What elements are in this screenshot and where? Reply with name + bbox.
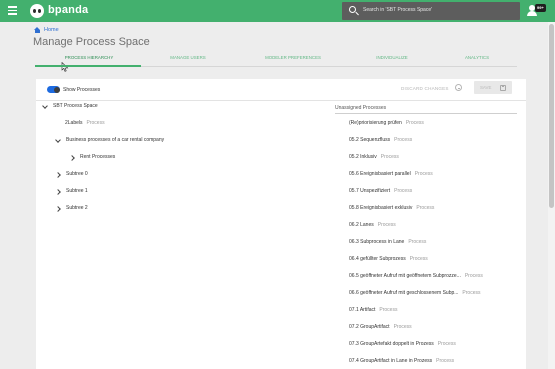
search-input[interactable]: Search in 'SBT Process Space' <box>363 7 432 13</box>
search-icon <box>349 6 356 13</box>
process-type: Process <box>436 358 455 364</box>
tab-bar: PROCESS HIERARCHY MANAGE USERS MODELER P… <box>35 53 517 67</box>
list-item[interactable]: 07.2 GroupArtifact Process <box>349 324 412 330</box>
brand-name: bpanda <box>48 4 89 16</box>
breadcrumb-home-link[interactable]: Home <box>44 27 59 33</box>
list-item[interactable]: 05.6 Ereignisbasiert parallel Process <box>349 171 433 177</box>
chevron-down-icon[interactable] <box>55 137 61 143</box>
process-name: 05.2 Inklusiv <box>349 154 377 160</box>
process-type: Process <box>462 290 481 296</box>
process-name: 07.1 Artifact <box>349 307 376 313</box>
unassigned-divider <box>335 113 517 114</box>
process-name: 07.3 GroupArtefakt doppelt in Prozess <box>349 341 434 347</box>
process-name: 06.2 Lanes <box>349 222 374 228</box>
toolbar-divider <box>36 100 526 101</box>
process-type: Process <box>380 154 399 160</box>
process-name: 07.2 GroupArtifact <box>349 324 390 330</box>
list-item[interactable]: 06.5 geöffneter Aufruf mit geöffnetem Su… <box>349 273 483 279</box>
tree-node[interactable]: Subtree 1 <box>55 188 88 194</box>
process-type: Process <box>408 239 427 245</box>
search-box[interactable]: Search in 'SBT Process Space' <box>342 2 520 20</box>
process-type: Process <box>416 205 435 211</box>
list-item[interactable]: 05.2 Inklusiv Process <box>349 154 399 160</box>
list-item[interactable]: 07.3 GroupArtefakt doppelt in Prozess Pro… <box>349 341 456 347</box>
process-type: Process <box>377 222 396 228</box>
home-icon <box>34 27 41 33</box>
process-type: Process <box>409 256 428 262</box>
tree-node[interactable]: Rent Processes <box>69 154 115 160</box>
list-item[interactable]: 06.3 Subprocess in Lane Process <box>349 239 426 245</box>
tree-node-label: Subtree 0 <box>66 171 88 177</box>
tree-node[interactable]: Business processes of a car rental compa… <box>55 137 164 143</box>
process-type: Process <box>414 171 433 177</box>
process-name: 06.6 geöffneter Aufruf mit geschlossenem… <box>349 290 459 296</box>
tree-node[interactable]: Subtree 2 <box>55 205 88 211</box>
list-item[interactable]: 06.4 gefüllter Subprozess Process <box>349 256 428 262</box>
show-processes-toggle[interactable] <box>47 86 60 93</box>
tree-node-label: Business processes of a car rental compa… <box>66 137 165 143</box>
tab-individualize[interactable]: INDIVIDUALIZE <box>353 55 431 60</box>
process-type: Process <box>405 120 424 126</box>
tree-node-label: Subtree 1 <box>66 188 88 194</box>
tree-node-label: Rent Processes <box>80 154 116 160</box>
process-name: 06.4 gefüllter Subprozess <box>349 256 406 262</box>
process-name: 07.4 GroupArtifact in Lane in Prozess <box>349 358 433 364</box>
tab-modeler-preferences[interactable]: MODELER PREFERENCES <box>237 55 349 60</box>
process-hierarchy-panel: Show Processes DISCARD CHANGES SAVE SBT … <box>36 79 526 369</box>
chevron-right-icon[interactable] <box>55 205 61 211</box>
tree-node-root[interactable]: SBT Process Space <box>42 103 98 109</box>
list-item[interactable]: 06.6 geöffneter Aufruf mit geschlossenem… <box>349 290 480 296</box>
list-item[interactable]: 05.2 Sequenzfluss Process <box>349 137 412 143</box>
show-processes-label: Show Processes <box>63 87 101 93</box>
page-title: Manage Process Space <box>33 36 150 48</box>
list-item[interactable]: 05.8 Ereignisbasiert exklusiv Process <box>349 205 434 211</box>
process-type: Process <box>393 324 412 330</box>
breadcrumb: Home <box>34 27 59 33</box>
process-type: Process <box>379 307 398 313</box>
process-name: 05.6 Ereignisbasiert parallel <box>349 171 411 177</box>
list-item[interactable]: 07.4 GroupArtifact in Lane in Prozess Pro… <box>349 358 454 364</box>
process-type: Process <box>394 137 413 143</box>
chevron-right-icon[interactable] <box>55 188 61 194</box>
notification-badge: 99+ <box>535 4 546 12</box>
process-name: 05.2 Sequenzfluss <box>349 137 391 143</box>
process-name: 06.3 Subprocess in Lane <box>349 239 405 245</box>
chevron-right-icon[interactable] <box>55 171 61 177</box>
save-button[interactable]: SAVE <box>474 81 512 94</box>
tree-node[interactable]: 2Labels Process <box>65 120 105 126</box>
list-item[interactable]: 07.1 Artifact Process <box>349 307 397 313</box>
top-bar: bpanda Search in 'SBT Process Space' 99+ <box>0 0 555 22</box>
tab-manage-users[interactable]: MANAGE USERS <box>145 55 231 60</box>
tree-node-label: SBT Process Space <box>53 103 98 109</box>
chevron-right-icon[interactable] <box>69 154 75 160</box>
hamburger-menu-icon[interactable] <box>8 6 17 15</box>
unassigned-processes-title: Unassigned Processes <box>335 105 387 111</box>
list-item[interactable]: 05.7 Unspezifiziert Process <box>349 188 412 194</box>
discard-icon[interactable] <box>455 84 462 91</box>
tab-analytics[interactable]: ANALYTICS <box>437 55 517 60</box>
page-scrollbar[interactable] <box>548 22 555 369</box>
tree-node-type: Process <box>86 120 105 126</box>
process-type: Process <box>437 341 456 347</box>
chevron-down-icon[interactable] <box>42 103 48 109</box>
list-item[interactable]: 06.2 Lanes Process <box>349 222 396 228</box>
list-item[interactable]: (Re)priorisierung prüfen Process <box>349 120 424 126</box>
process-name: 05.8 Ereignisbasiert exklusiv <box>349 205 413 211</box>
process-type: Process <box>394 188 413 194</box>
save-label: SAVE <box>480 85 492 90</box>
tree-node-label: 2Labels <box>65 120 83 126</box>
discard-changes-button[interactable]: DISCARD CHANGES <box>401 86 449 91</box>
scrollbar-thumb[interactable] <box>549 24 554 208</box>
process-name: (Re)priorisierung prüfen <box>349 120 402 126</box>
tab-process-hierarchy[interactable]: PROCESS HIERARCHY <box>36 55 142 60</box>
process-name: 06.5 geöffneter Aufruf mit geöffnetem Su… <box>349 273 461 279</box>
panda-logo-icon <box>30 4 44 18</box>
process-type: Process <box>464 273 483 279</box>
process-name: 05.7 Unspezifiziert <box>349 188 391 194</box>
save-icon <box>500 84 506 91</box>
tree-node[interactable]: Subtree 0 <box>55 171 88 177</box>
tree-node-label: Subtree 2 <box>66 205 88 211</box>
active-tab-indicator <box>35 65 141 67</box>
